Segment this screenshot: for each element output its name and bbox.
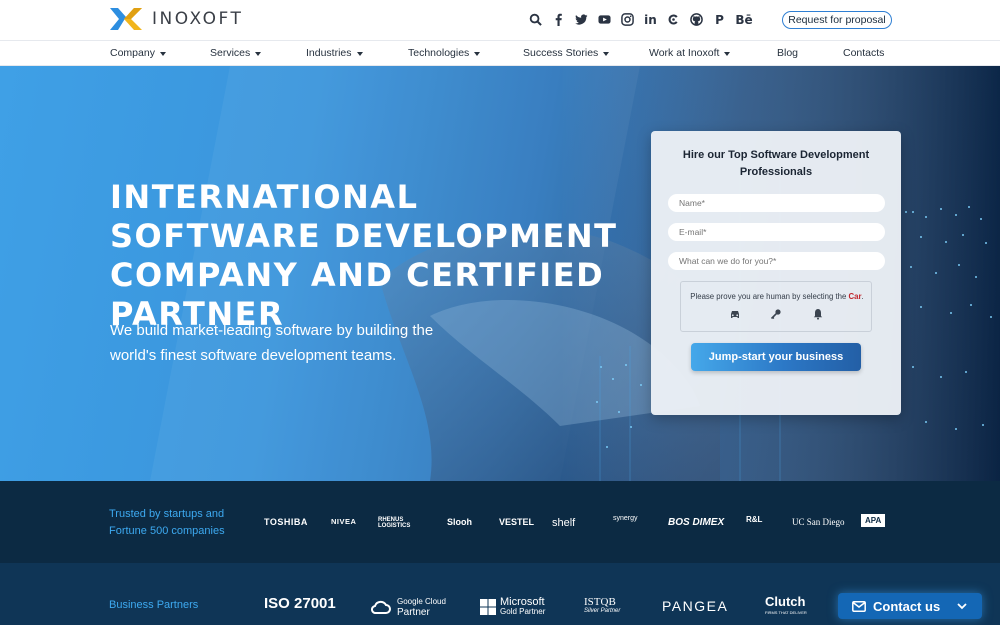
envelope-icon	[852, 600, 866, 612]
partner-logo-pangea: PANGEA	[662, 598, 729, 614]
nav-item-label: Blog	[777, 47, 799, 59]
brand-name: INOXOFT	[152, 9, 244, 29]
jump-start-button[interactable]: Jump-start your business	[691, 343, 861, 371]
nav-item-label: Company	[110, 47, 155, 59]
client-logo-synergy: synergy	[613, 515, 638, 522]
social-links: in P Bē	[528, 11, 753, 28]
partner-logo-microsoft: Microsoft Gold Partner	[480, 597, 545, 617]
nav-item-label: Success Stories	[523, 47, 599, 59]
nav-item-label: Industries	[306, 47, 352, 59]
istqb-silver-text: Silver Partner	[584, 608, 621, 614]
behance-icon[interactable]: Bē	[735, 11, 753, 28]
nav-item-blog[interactable]: Blog	[777, 47, 798, 59]
captcha-box: Please prove you are human by selecting …	[680, 281, 872, 332]
chevron-down-icon	[255, 52, 262, 56]
key-icon[interactable]	[770, 308, 782, 320]
trusted-by-section: Trusted by startups and Fortune 500 comp…	[0, 481, 1000, 563]
client-logo-toshiba: TOSHIBA	[264, 517, 308, 527]
nav-item-label: Technologies	[408, 47, 470, 59]
email-field[interactable]	[668, 223, 885, 241]
message-field[interactable]	[668, 252, 885, 270]
client-logo-nivea: NIVEA	[331, 517, 357, 526]
nav-item-services[interactable]: Services	[210, 47, 262, 59]
microsoft-icon	[480, 599, 496, 615]
name-field[interactable]	[668, 194, 885, 212]
nav-item-technologies[interactable]: Technologies	[408, 47, 481, 59]
youtube-icon[interactable]	[597, 11, 612, 28]
nav-item-success-stories[interactable]: Success Stories	[523, 47, 610, 59]
chevron-down-icon	[474, 52, 481, 56]
client-logo-shelf: shelf	[552, 517, 576, 529]
car-icon[interactable]	[729, 308, 741, 320]
client-logo-rl: R&L	[746, 515, 763, 524]
producthunt-icon[interactable]: P	[712, 11, 727, 28]
microsoft-gold-text: Gold Partner	[500, 607, 546, 616]
nav-item-label: Contacts	[843, 47, 885, 59]
partner-logo-clutch: Clutch FIRMS THAT DELIVER	[765, 594, 807, 618]
brand-logo[interactable]: INOXOFT	[110, 8, 243, 30]
client-logo-bos-dimex: BOS DIMEX	[668, 517, 725, 528]
form-title: Hire our Top Software Development Profes…	[682, 149, 870, 178]
captcha-target-word: Car	[848, 292, 862, 301]
linkedin-icon[interactable]: in	[643, 11, 658, 28]
clutch-text: Clutch	[765, 594, 806, 609]
hero-title: INTERNATIONAL SOFTWARE DEVELOPMENT COMPA…	[110, 178, 618, 333]
chevron-down-icon	[356, 52, 363, 56]
chevron-down-icon	[603, 52, 610, 56]
bell-icon[interactable]	[812, 308, 824, 320]
clutch-icon[interactable]	[666, 11, 681, 28]
inoxoft-logo-icon	[110, 8, 142, 30]
hero-section: INTERNATIONAL SOFTWARE DEVELOPMENT COMPA…	[0, 66, 1000, 481]
search-icon[interactable]	[528, 11, 543, 28]
captcha-prompt-text: Please prove you are human by selecting …	[690, 292, 849, 301]
chevron-down-icon	[724, 52, 731, 56]
instagram-icon[interactable]	[620, 11, 635, 28]
chevron-down-icon	[159, 52, 166, 56]
client-logo-rhenus: RHENUS LOGISTICS	[378, 517, 411, 529]
nav-item-label: Work at Inoxoft	[649, 47, 720, 59]
nav-item-contacts[interactable]: Contacts	[843, 47, 884, 59]
client-logo-slooh: Slooh	[447, 517, 472, 527]
chevron-down-icon[interactable]	[957, 602, 967, 610]
twitter-icon[interactable]	[574, 11, 589, 28]
facebook-icon[interactable]	[551, 11, 566, 28]
captcha-prompt: Please prove you are human by selecting …	[681, 292, 873, 301]
nav-item-work-at-inoxoft[interactable]: Work at Inoxoft	[649, 47, 731, 59]
partners-label: Business Partners	[109, 599, 199, 611]
google-partner-text: Partner	[397, 607, 430, 618]
partner-logo-iso: ISO 27001	[264, 595, 336, 612]
contact-us-widget[interactable]: Contact us	[838, 593, 982, 619]
main-nav: Company Services Industries Technologies…	[0, 40, 1000, 66]
hire-form: Hire our Top Software Development Profes…	[651, 131, 901, 415]
github-icon[interactable]	[689, 11, 704, 28]
top-bar: INOXOFT in P Bē Request for proposal	[0, 0, 1000, 40]
partner-logo-google-cloud: Google Cloud Partner	[371, 596, 446, 618]
request-proposal-button[interactable]: Request for proposal	[782, 11, 892, 29]
microsoft-text: Microsoft	[500, 596, 545, 608]
clutch-sub-text: FIRMS THAT DELIVER	[765, 610, 807, 615]
hero-subtitle: We build market-leading software by buil…	[110, 322, 434, 364]
cloud-icon	[371, 600, 391, 614]
partner-logo-istqb: ISTQB Silver Partner	[584, 596, 621, 616]
nav-item-industries[interactable]: Industries	[306, 47, 363, 59]
captcha-prompt-end: .	[861, 292, 864, 301]
nav-item-label: Services	[210, 47, 251, 59]
trusted-label: Trusted by startups and Fortune 500 comp…	[109, 508, 225, 537]
google-cloud-text: Google Cloud	[397, 597, 446, 606]
nav-item-company[interactable]: Company	[110, 47, 166, 59]
istqb-text: ISTQB	[584, 596, 616, 608]
client-logo-vestel: VESTEL	[499, 517, 535, 527]
contact-us-label: Contact us	[873, 598, 941, 614]
client-logo-uc-san-diego: UC San Diego	[792, 517, 845, 527]
client-logo-apa: APA	[861, 514, 886, 527]
